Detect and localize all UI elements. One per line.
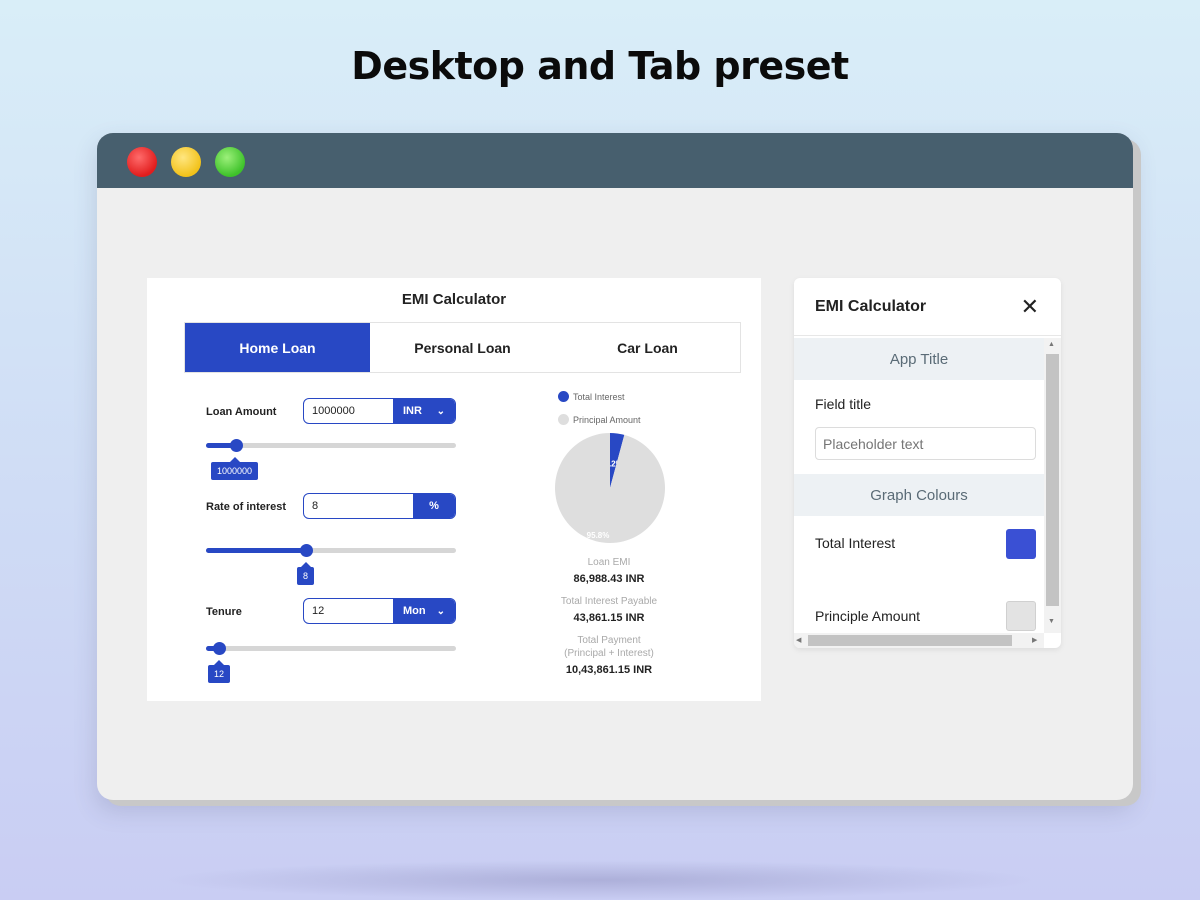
legend-principal-label: Principal Amount <box>573 414 641 425</box>
slider-handle[interactable] <box>212 642 226 655</box>
panel-header: EMI Calculator ✕ <box>794 278 1061 336</box>
tenure-field: 12 Mon ⌄ <box>303 598 456 624</box>
rate-tooltip: 8 <box>297 562 315 585</box>
horizontal-scrollbar[interactable]: ◀ ▶ <box>794 633 1044 648</box>
rate-field: 8 % <box>303 493 456 519</box>
loan-amount-slider[interactable] <box>206 439 456 452</box>
total-payment-label: Total Payment <box>577 635 641 646</box>
tab-car-loan[interactable]: Car Loan <box>555 323 740 372</box>
pie-slice-1 <box>555 433 665 543</box>
tenure-unit-value: Mon <box>403 605 426 617</box>
principle-amount-label: Principle Amount <box>815 608 921 624</box>
principal-color-swatch[interactable] <box>1006 601 1036 631</box>
maximize-window-dot[interactable] <box>215 147 245 177</box>
interest-color-swatch[interactable] <box>1006 529 1036 559</box>
loan-amount-tooltip: 1000000 <box>211 457 259 480</box>
loan-amount-field: 1000000 INR ⌄ <box>303 398 456 424</box>
loan-tabs: Home Loan Personal Loan Car Loan <box>184 322 741 373</box>
emi-summary: Loan EMI 86,988.43 INR <box>529 556 689 585</box>
close-icon[interactable]: ✕ <box>1021 294 1039 320</box>
interest-summary: Total Interest Payable 43,861.15 INR <box>529 595 689 624</box>
interest-payable-label: Total Interest Payable <box>560 596 658 607</box>
loan-emi-value: 86,988.43 INR <box>573 573 645 585</box>
tenure-label: Tenure <box>206 606 242 618</box>
currency-value: INR <box>403 405 422 417</box>
section-graph-colours[interactable]: Graph Colours <box>794 474 1044 516</box>
close-window-dot[interactable] <box>127 147 157 177</box>
tab-personal-loan[interactable]: Personal Loan <box>370 323 555 372</box>
tenure-slider[interactable] <box>206 642 456 655</box>
panel-title: EMI Calculator <box>815 298 927 315</box>
field-title-input[interactable] <box>815 427 1036 460</box>
emi-pie-chart: 4.2%95.8% <box>555 433 665 543</box>
scroll-left-icon[interactable]: ◀ <box>796 636 801 644</box>
scroll-right-icon[interactable]: ▶ <box>1032 636 1037 644</box>
scroll-down-icon[interactable]: ▼ <box>1048 618 1055 625</box>
emi-calculator-card: EMI Calculator Home Loan Personal Loan C… <box>147 278 761 701</box>
legend-principal: Principal Amount <box>558 414 641 425</box>
field-title-label: Field title <box>815 396 872 412</box>
slider-handle[interactable] <box>230 439 243 452</box>
floor-shadow <box>160 860 1040 900</box>
tenure-tooltip: 12 <box>208 660 231 683</box>
interest-payable-value: 43,861.15 INR <box>573 612 645 624</box>
legend-swatch-principal <box>558 414 569 425</box>
total-payment-sublabel: (Principal + Interest) <box>564 648 654 659</box>
window-titlebar <box>97 133 1133 188</box>
rate-label: Rate of interest <box>206 501 287 513</box>
legend-swatch-interest <box>558 391 569 402</box>
chevron-down-icon: ⌄ <box>436 605 445 617</box>
rate-input[interactable]: 8 <box>304 494 413 518</box>
page-headline: Desktop and Tab preset <box>351 44 849 88</box>
legend-interest-label: Total Interest <box>573 391 625 402</box>
vertical-scrollbar[interactable]: ▲ ▼ <box>1044 338 1061 633</box>
chevron-down-icon: ⌄ <box>436 405 445 417</box>
loan-emi-label: Loan EMI <box>587 557 631 568</box>
section-app-title[interactable]: App Title <box>794 338 1044 380</box>
loan-amount-input[interactable]: 1000000 <box>304 399 393 423</box>
settings-panel: EMI Calculator ✕ App Title Field title G… <box>794 278 1061 648</box>
total-interest-label: Total Interest <box>815 535 896 551</box>
emi-title: EMI Calculator <box>401 291 507 308</box>
scrollbar-thumb-horizontal[interactable] <box>808 635 1012 646</box>
total-payment-value: 10,43,861.15 INR <box>565 664 653 676</box>
tenure-unit-select[interactable]: Mon ⌄ <box>393 599 455 623</box>
browser-window: EMI Calculator Home Loan Personal Loan C… <box>97 133 1133 800</box>
minimize-window-dot[interactable] <box>171 147 201 177</box>
tenure-input[interactable]: 12 <box>304 599 393 623</box>
slider-handle[interactable] <box>300 544 313 557</box>
payment-summary: Total Payment (Principal + Interest) 10,… <box>529 634 689 676</box>
currency-select[interactable]: INR ⌄ <box>393 399 455 423</box>
loan-amount-label: Loan Amount <box>206 406 277 418</box>
scrollbar-thumb[interactable] <box>1046 354 1059 606</box>
percent-unit: % <box>413 494 455 518</box>
tab-home-loan[interactable]: Home Loan <box>185 323 370 372</box>
scroll-up-icon[interactable]: ▲ <box>1048 341 1055 348</box>
slider-fill <box>206 548 306 553</box>
pie-label-1: 95.8% <box>587 531 610 540</box>
rate-slider[interactable] <box>206 544 456 557</box>
legend-interest: Total Interest <box>558 391 625 402</box>
